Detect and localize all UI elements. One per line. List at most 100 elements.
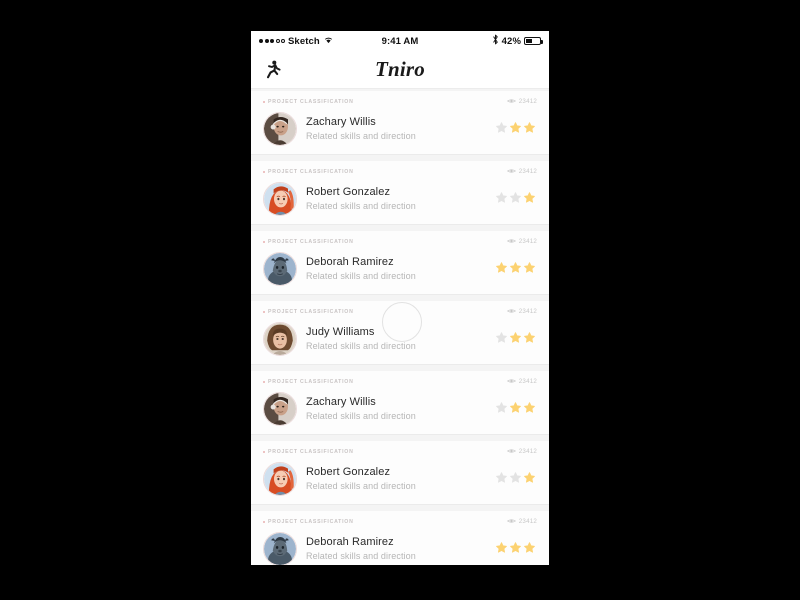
star-icon-filled[interactable] [496, 260, 507, 278]
star-icon-svg [496, 262, 507, 273]
card-text: Judy Williams Related skills and directi… [306, 325, 496, 353]
star-icon-filled[interactable] [524, 330, 535, 348]
star-icon-filled[interactable] [524, 540, 535, 558]
star-icon-filled[interactable] [524, 470, 535, 488]
avatar[interactable] [263, 532, 297, 565]
list-item[interactable]: PROJECT CLASSIFICATION 23412 [251, 161, 549, 224]
category-label: PROJECT CLASSIFICATION [268, 448, 354, 455]
eye-icon-svg [506, 308, 516, 313]
avatar[interactable] [263, 462, 297, 496]
avatar-photo-man-headset [264, 393, 296, 425]
star-icon-empty[interactable] [496, 400, 507, 418]
category-label-wrap: PROJECT CLASSIFICATION [263, 169, 354, 175]
star-icon-empty[interactable] [510, 190, 521, 208]
bullet-icon [263, 240, 265, 243]
view-count: 23412 [518, 378, 537, 385]
eye-icon [506, 518, 516, 526]
avatar-illustration-red-hair-woman [264, 183, 296, 215]
star-icon-filled[interactable] [510, 330, 521, 348]
person-subtitle: Related skills and direction [306, 411, 416, 421]
category-label-wrap: PROJECT CLASSIFICATION [263, 239, 354, 245]
list-item[interactable]: PROJECT CLASSIFICATION 23412 [251, 301, 549, 364]
view-count: 23412 [518, 518, 537, 525]
card-body: Judy Williams Related skills and directi… [251, 316, 549, 362]
rating-stars[interactable] [496, 120, 537, 138]
category-label-wrap: PROJECT CLASSIFICATION [263, 379, 354, 385]
avatar[interactable] [263, 392, 297, 426]
rating-stars[interactable] [496, 540, 537, 558]
view-count: 23412 [518, 98, 537, 105]
avatar-image-dark-figure [264, 253, 296, 285]
star-icon-filled[interactable] [510, 120, 521, 138]
star-icon-empty[interactable] [496, 120, 507, 138]
avatar-image-dark-figure [264, 533, 296, 565]
bluetooth-icon-svg [492, 34, 498, 45]
avatar[interactable] [263, 322, 297, 356]
eye-icon [506, 238, 516, 246]
rating-stars[interactable] [496, 260, 537, 278]
view-count-wrap: 23412 [506, 518, 537, 526]
star-icon-filled[interactable] [524, 190, 535, 208]
star-icon-filled[interactable] [510, 260, 521, 278]
star-icon-svg [496, 472, 507, 483]
eye-icon-svg [506, 238, 516, 243]
rating-stars[interactable] [496, 330, 537, 348]
battery-fill [526, 39, 533, 43]
rating-stars[interactable] [496, 190, 537, 208]
rating-stars[interactable] [496, 400, 537, 418]
star-icon-filled[interactable] [524, 400, 535, 418]
card-text: Zachary Willis Related skills and direct… [306, 395, 496, 423]
bullet-icon [263, 380, 265, 383]
card-body: Zachary Willis Related skills and direct… [251, 386, 549, 432]
star-icon-empty[interactable] [496, 330, 507, 348]
runner-icon[interactable] [263, 59, 283, 81]
avatar-photo-curly-hair-woman [264, 323, 296, 355]
eye-icon [506, 98, 516, 106]
signal-dot-empty [281, 39, 285, 43]
star-icon-empty[interactable] [496, 470, 507, 488]
signal-strength-dots [259, 39, 285, 43]
list-item[interactable]: PROJECT CLASSIFICATION 23412 [251, 91, 549, 154]
card-body: Deborah Ramirez Related skills and direc… [251, 246, 549, 292]
category-label: PROJECT CLASSIFICATION [268, 98, 354, 105]
avatar-image-man-headset [264, 113, 296, 145]
avatar-illustration-red-hair-woman [264, 463, 296, 495]
avatar[interactable] [263, 182, 297, 216]
card-header: PROJECT CLASSIFICATION 23412 [251, 231, 549, 246]
star-icon-filled[interactable] [524, 260, 535, 278]
avatar-illustration-dark-figure-blue [264, 533, 296, 565]
status-bar-right: 42% [492, 34, 543, 48]
card-header: PROJECT CLASSIFICATION 23412 [251, 161, 549, 176]
card-body: Robert Gonzalez Related skills and direc… [251, 456, 549, 502]
star-icon-empty[interactable] [510, 470, 521, 488]
view-count: 23412 [518, 238, 537, 245]
project-list[interactable]: PROJECT CLASSIFICATION 23412 Zachary Wil… [251, 89, 549, 565]
star-icon-svg [524, 402, 535, 413]
star-icon-svg [496, 542, 507, 553]
star-icon-svg [524, 122, 535, 133]
list-item[interactable]: PROJECT CLASSIFICATION 23412 [251, 441, 549, 504]
star-icon-svg [524, 542, 535, 553]
card-header: PROJECT CLASSIFICATION 23412 [251, 91, 549, 106]
list-item[interactable]: PROJECT CLASSIFICATION 23412 [251, 231, 549, 294]
star-icon-svg [524, 262, 535, 273]
view-count-wrap: 23412 [506, 448, 537, 456]
person-name: Deborah Ramirez [306, 256, 394, 268]
star-icon-svg [510, 262, 521, 273]
star-icon-filled[interactable] [524, 120, 535, 138]
eye-icon-svg [506, 168, 516, 173]
star-icon-filled[interactable] [510, 540, 521, 558]
avatar[interactable] [263, 112, 297, 146]
eye-icon [506, 168, 516, 176]
list-item[interactable]: PROJECT CLASSIFICATION 23412 [251, 511, 549, 565]
person-subtitle: Related skills and direction [306, 481, 416, 491]
star-icon-empty[interactable] [496, 190, 507, 208]
star-icon-filled[interactable] [510, 400, 521, 418]
star-icon-filled[interactable] [496, 540, 507, 558]
person-name: Robert Gonzalez [306, 186, 391, 198]
avatar[interactable] [263, 252, 297, 286]
list-item[interactable]: PROJECT CLASSIFICATION 23412 [251, 371, 549, 434]
bullet-icon [263, 450, 265, 453]
battery-icon [524, 37, 543, 45]
rating-stars[interactable] [496, 470, 537, 488]
